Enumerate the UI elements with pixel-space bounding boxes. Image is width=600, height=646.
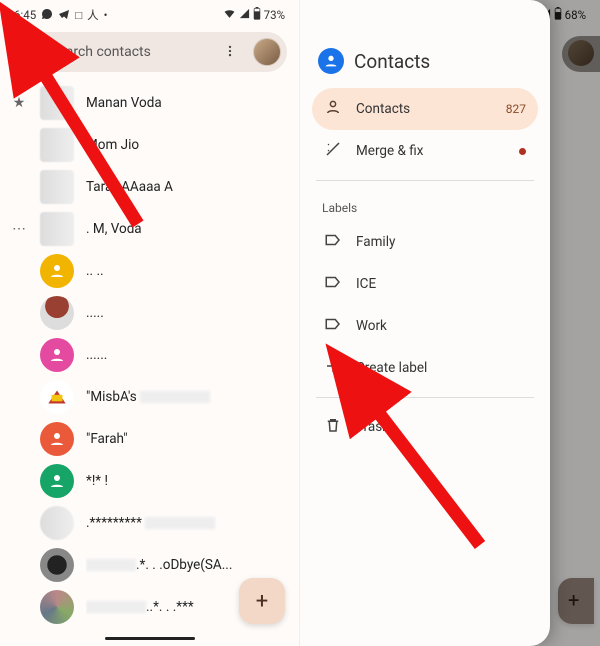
- contact-name: .*. . .oDbye(SA...: [86, 557, 283, 573]
- screen-navigation-drawer: 8:12 □ 人 • 68% +: [300, 0, 600, 646]
- drawer-item-label: Create label: [356, 360, 427, 376]
- contact-name: TaraAAAaaa A: [86, 179, 283, 195]
- list-item[interactable]: .. ..: [0, 250, 299, 292]
- drawer-create-label[interactable]: Create label: [312, 347, 538, 389]
- telegram-icon: [58, 8, 70, 23]
- drawer-item-trash[interactable]: Trash: [312, 406, 538, 448]
- contact-name: Mom Jio: [86, 137, 283, 153]
- app-icon-2: 人: [87, 7, 99, 23]
- contact-list[interactable]: ★ Manan Voda Mom Jio TaraAAAaaa A ⋯ . M,…: [0, 82, 299, 628]
- list-item[interactable]: ......: [0, 334, 299, 376]
- contacts-count: 827: [506, 102, 526, 116]
- contact-name: *!* !: [86, 473, 283, 489]
- drawer-label-item[interactable]: Family: [312, 221, 538, 263]
- app-icon: □: [75, 8, 82, 22]
- contact-avatar: [40, 506, 74, 540]
- contact-avatar: [40, 338, 74, 372]
- star-icon: ★: [10, 95, 28, 111]
- contact-name: .....: [86, 305, 283, 321]
- contact-avatar: [40, 590, 74, 624]
- contact-avatar: [40, 422, 74, 456]
- status-bar: 6:45 □ 人 • 73%: [0, 0, 299, 26]
- label-icon: [324, 273, 342, 295]
- divider: [316, 397, 534, 398]
- drawer-item-label: Contacts: [356, 101, 410, 117]
- contact-avatar: [40, 128, 74, 162]
- overflow-icon[interactable]: [217, 43, 243, 62]
- navigation-drawer: Contacts Contacts 827 Merge & fix Labels…: [300, 0, 550, 646]
- dots-icon: ⋯: [10, 221, 28, 237]
- screen-contacts-list: 6:45 □ 人 • 73% Sea: [0, 0, 300, 646]
- label-icon: [324, 231, 342, 253]
- wifi-icon: [223, 7, 236, 23]
- contact-name: "MisbA's: [86, 389, 283, 405]
- battery-percent: 73%: [264, 8, 285, 22]
- contact-avatar: [40, 170, 74, 204]
- list-item[interactable]: "MisbA's: [0, 376, 299, 418]
- account-avatar[interactable]: [253, 38, 281, 66]
- divider: [316, 180, 534, 181]
- battery-icon: [253, 7, 261, 23]
- person-icon: [324, 98, 342, 120]
- drawer-item-merge-fix[interactable]: Merge & fix: [312, 130, 538, 172]
- gesture-bar: [105, 637, 195, 640]
- contact-name: .. ..: [86, 263, 283, 279]
- drawer-label-item[interactable]: Work: [312, 305, 538, 347]
- label-icon: [324, 315, 342, 337]
- alert-dot-icon: [519, 148, 526, 155]
- plus-icon: +: [256, 589, 268, 614]
- contact-avatar: [40, 464, 74, 498]
- drawer-header: Contacts: [312, 48, 538, 88]
- contact-name: ......: [86, 347, 283, 363]
- drawer-label-item[interactable]: ICE: [312, 263, 538, 305]
- list-item[interactable]: Mom Jio: [0, 124, 299, 166]
- wand-icon: [324, 140, 342, 162]
- drawer-item-label: Family: [356, 234, 395, 250]
- list-item[interactable]: .....: [0, 292, 299, 334]
- contact-avatar: [40, 380, 74, 414]
- whatsapp-icon: [41, 8, 53, 23]
- contact-name: "Farah": [86, 431, 283, 447]
- list-item[interactable]: TaraAAAaaa A: [0, 166, 299, 208]
- drawer-item-label: ICE: [356, 276, 376, 292]
- list-item[interactable]: ★ Manan Voda: [0, 82, 299, 124]
- contact-name: .*********: [86, 515, 283, 531]
- trash-icon: [324, 416, 342, 438]
- status-time: 6:45: [14, 8, 36, 22]
- contact-avatar: [40, 254, 74, 288]
- signal-icon: [239, 8, 250, 22]
- add-contact-fab[interactable]: +: [239, 578, 285, 624]
- contact-avatar: [40, 548, 74, 582]
- contacts-app-icon: [318, 48, 344, 74]
- contact-name: . M, Voda: [86, 221, 283, 237]
- search-bar[interactable]: Search contacts: [12, 32, 287, 72]
- plus-icon: [324, 357, 342, 379]
- contact-name: Manan Voda: [86, 95, 283, 111]
- list-item[interactable]: "Farah": [0, 418, 299, 460]
- list-item[interactable]: ⋯ . M, Voda: [0, 208, 299, 250]
- hamburger-icon[interactable]: [22, 41, 40, 63]
- drawer-item-contacts[interactable]: Contacts 827: [312, 88, 538, 130]
- list-item[interactable]: .*********: [0, 502, 299, 544]
- list-item[interactable]: *!* !: [0, 460, 299, 502]
- contact-avatar: [40, 212, 74, 246]
- drawer-title: Contacts: [354, 50, 430, 73]
- labels-header: Labels: [312, 189, 538, 221]
- search-placeholder: Search contacts: [50, 44, 207, 60]
- more-icon: •: [104, 8, 108, 22]
- drawer-item-label: Merge & fix: [356, 143, 423, 159]
- drawer-item-label: Work: [356, 318, 387, 334]
- contact-avatar: [40, 296, 74, 330]
- contact-avatar: [40, 86, 74, 120]
- drawer-item-label: Trash: [356, 419, 390, 435]
